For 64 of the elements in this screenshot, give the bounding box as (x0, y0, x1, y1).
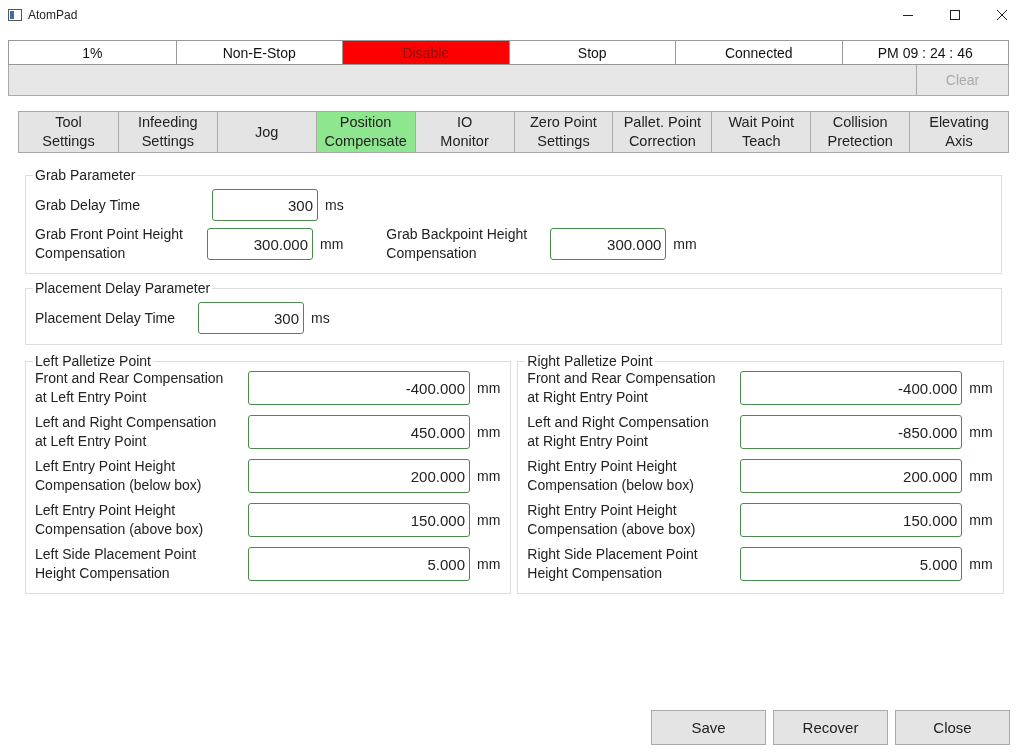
unit-label: mm (477, 380, 501, 396)
tab[interactable]: Position Compensate (315, 112, 415, 152)
unit-label: mm (477, 424, 501, 440)
tab[interactable]: Pallet. Point Correction (612, 112, 712, 152)
input-field[interactable]: 450.000 (248, 415, 470, 449)
group-title: Left Palletize Point (34, 353, 152, 369)
status-cell: Disable (342, 41, 509, 64)
field-label: Grab Delay Time (35, 195, 142, 215)
input-field[interactable]: -400.000 (248, 371, 470, 405)
input-field[interactable]: 150.000 (740, 503, 963, 537)
tab[interactable]: Elevating Axis (909, 112, 1008, 152)
input-field[interactable]: -400.000 (740, 371, 963, 405)
field-label: Left Side Placement Point Height Compensation (35, 545, 198, 583)
unit-label: ms (311, 310, 330, 326)
tab[interactable]: Tool Settings (19, 112, 118, 152)
input-field[interactable]: 300 (198, 302, 304, 334)
tab[interactable]: IO Monitor (414, 112, 514, 152)
unit-label: mm (477, 556, 501, 572)
field-label: Right Entry Point Height Compensation (above box) (527, 501, 697, 539)
input-field[interactable]: -850.000 (740, 415, 963, 449)
input-field[interactable]: 200.000 (740, 459, 963, 493)
tab[interactable]: Zero Point Settings (513, 112, 613, 152)
unit-label: mm (969, 556, 993, 572)
input-field[interactable]: 150.000 (248, 503, 470, 537)
maximize-icon[interactable] (949, 9, 961, 21)
unit-label: ms (325, 197, 344, 213)
footer-button[interactable]: Close (895, 710, 1010, 745)
tab[interactable]: Infeeding Settings (117, 112, 217, 152)
footer-button[interactable]: Save (651, 710, 766, 745)
input-field[interactable]: 300 (212, 189, 318, 221)
group-title: Right Palletize Point (526, 353, 654, 369)
window-title: AtomPad (28, 8, 78, 22)
footer-button[interactable]: Recover (773, 710, 888, 745)
field-label: Left and Right Compensation at Left Entry Point (35, 413, 218, 451)
unit-label: mm (673, 236, 697, 252)
group-title: Grab Parameter (34, 167, 137, 183)
unit-label: mm (477, 512, 501, 528)
unit-label: mm (969, 468, 993, 484)
input-field[interactable]: 300.000 (207, 228, 313, 260)
input-field[interactable]: 200.000 (248, 459, 470, 493)
field-label: Front and Rear Compensation at Left Entry Point (35, 369, 225, 407)
field-label: Left Entry Point Height Compensation (above box) (35, 501, 205, 539)
field-label: Right Entry Point Height Compensation (below box) (527, 457, 695, 495)
tab[interactable]: Wait Point Teach (711, 112, 811, 152)
unit-label: mm (969, 424, 993, 440)
group-title: Placement Delay Parameter (34, 280, 212, 296)
input-field[interactable]: 5.000 (248, 547, 470, 581)
close-icon[interactable] (996, 9, 1008, 21)
field-label: Left Entry Point Height Compensation (below box) (35, 457, 203, 495)
tab[interactable]: Jog (216, 112, 316, 152)
unit-label: mm (320, 236, 344, 252)
unit-label: mm (969, 512, 993, 528)
input-field[interactable]: 300.000 (550, 228, 667, 260)
input-field[interactable]: 5.000 (740, 547, 963, 581)
field-label: Left and Right Compensation at Right Entry Point (527, 413, 710, 451)
field-label: Right Side Placement Point Height Compensation (527, 545, 699, 583)
app-icon (8, 9, 22, 21)
field-label: Placement Delay Time (35, 308, 177, 328)
field-label: Grab Front Point Height Compensation (35, 225, 184, 263)
unit-label: mm (477, 468, 501, 484)
field-label: Grab Backpoint Height Compensation (386, 225, 529, 263)
tab[interactable]: Collision Pretection (810, 112, 910, 152)
field-label: Front and Rear Compensation at Right Entry Point (527, 369, 717, 407)
unit-label: mm (969, 380, 993, 396)
